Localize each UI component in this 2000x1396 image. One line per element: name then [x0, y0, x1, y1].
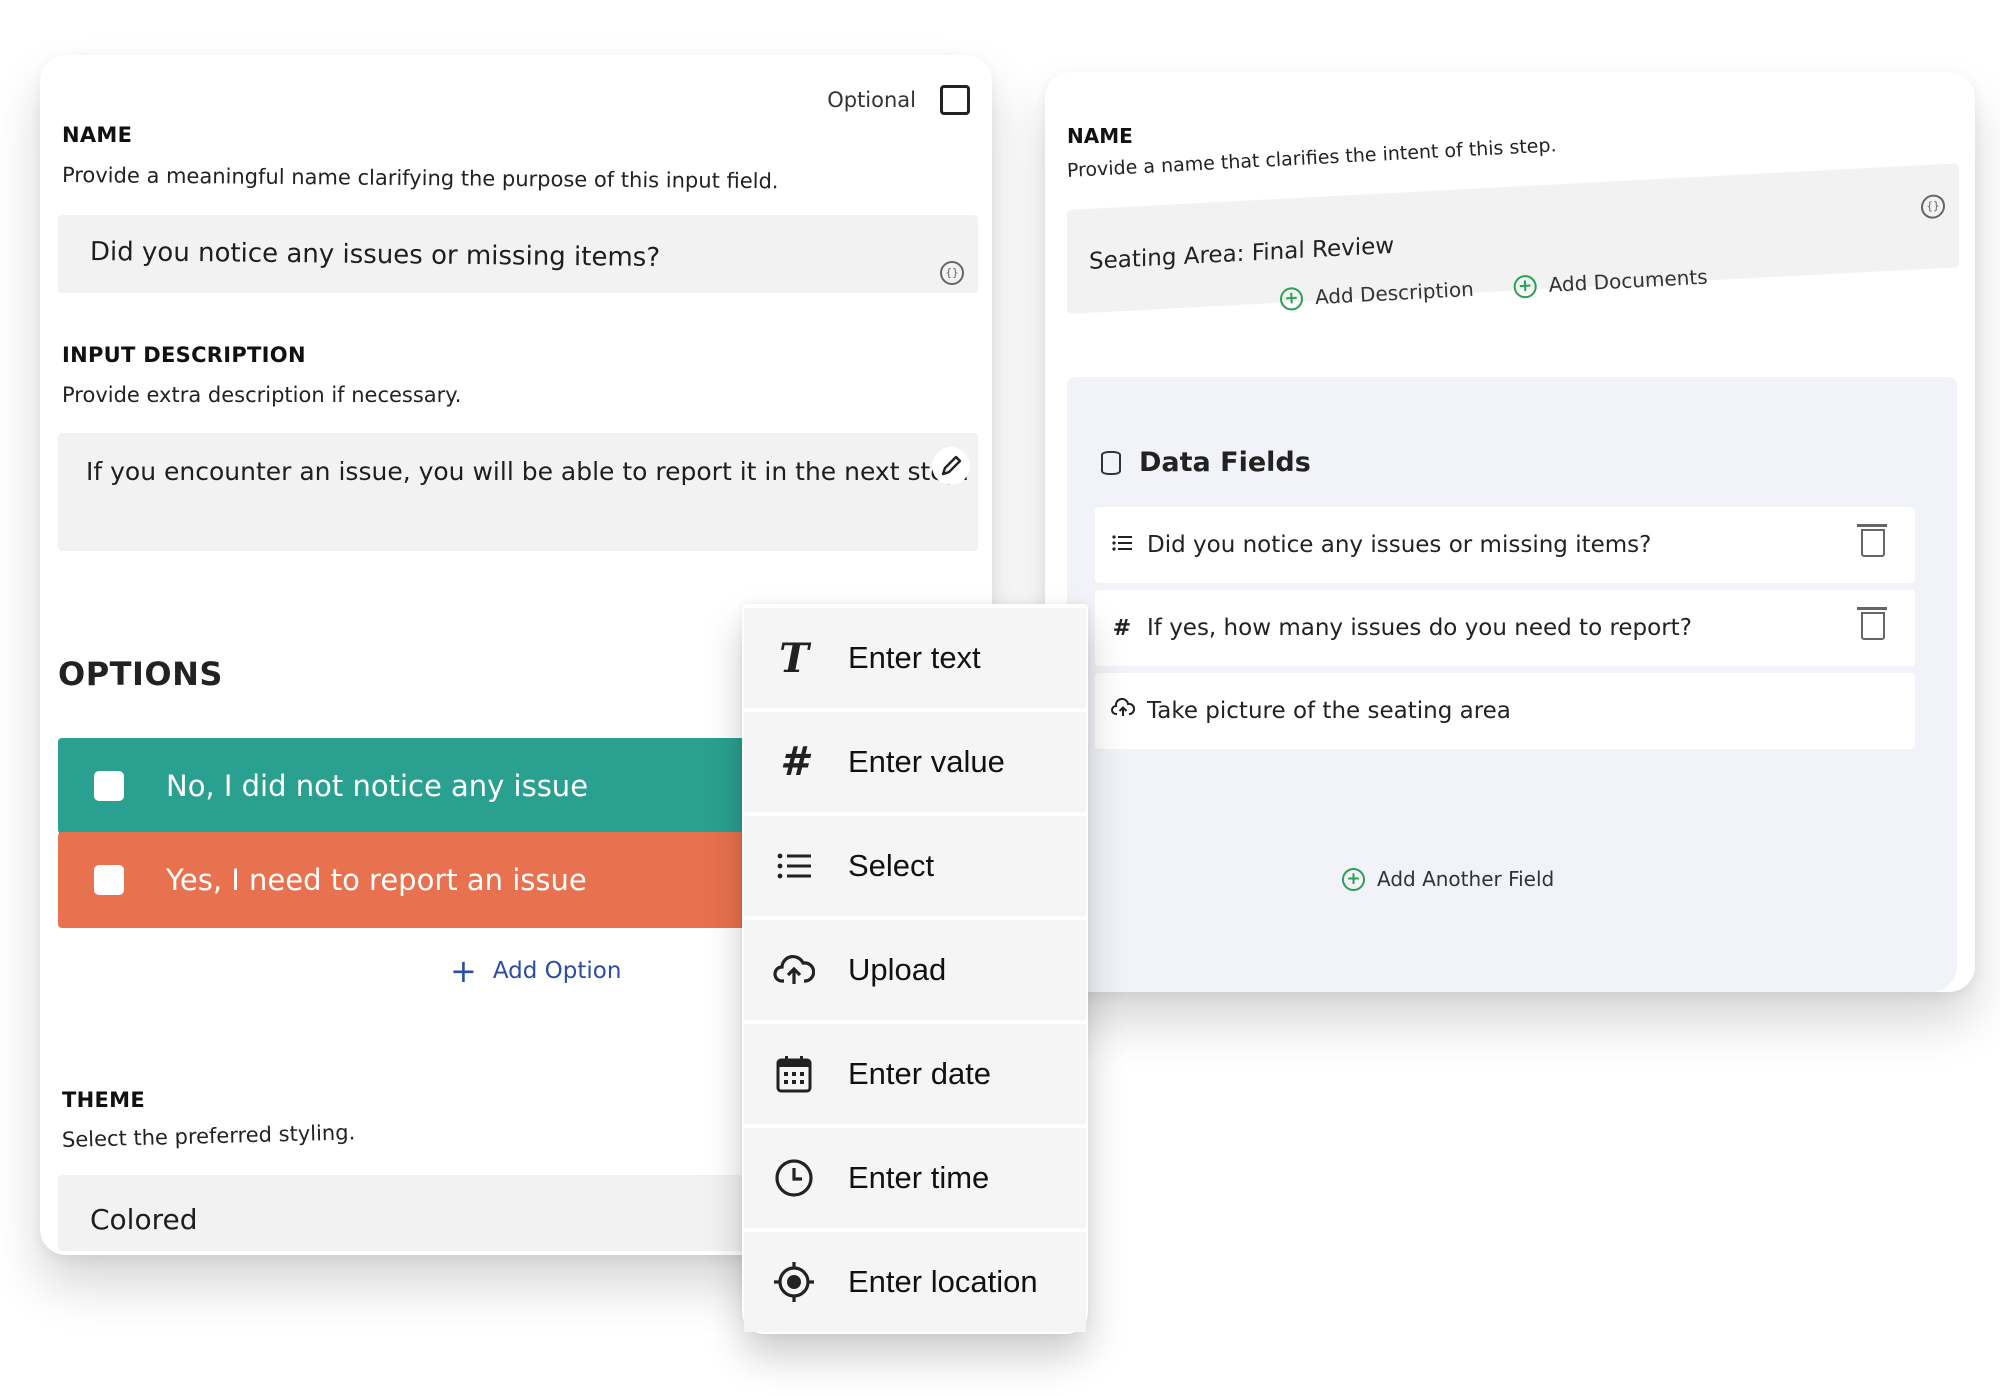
menu-item-label: Enter value	[848, 744, 1005, 779]
menu-item-label: Enter time	[848, 1160, 990, 1195]
menu-item-enter-time[interactable]: Enter time	[744, 1128, 1086, 1228]
menu-item-label: Enter date	[848, 1056, 992, 1091]
input-description-textarea[interactable]: If you encounter an issue, you will be a…	[58, 433, 978, 551]
plus-circle-icon: +	[1342, 867, 1365, 891]
option-label: Yes, I need to report an issue	[166, 863, 587, 897]
field-type-menu: T Enter text # Enter value Select Upload…	[742, 604, 1088, 1334]
cloud-upload-icon	[1111, 697, 1136, 724]
menu-item-upload[interactable]: Upload	[744, 920, 1086, 1020]
name-section-title: NAME	[62, 123, 133, 147]
optional-label: Optional	[827, 88, 916, 112]
data-field-row[interactable]: # If yes, how many issues do you need to…	[1095, 590, 1915, 666]
data-field-label: If yes, how many issues do you need to r…	[1147, 615, 1692, 641]
optional-checkbox[interactable]	[940, 85, 970, 115]
name-input[interactable]: Did you notice any issues or missing ite…	[58, 215, 978, 293]
add-option-button[interactable]: + Add Option	[450, 955, 621, 987]
variable-icon[interactable]: {}	[1921, 193, 1945, 220]
data-field-row[interactable]: Did you notice any issues or missing ite…	[1095, 507, 1915, 583]
data-field-label: Take picture of the seating area	[1147, 698, 1511, 724]
option-report-issue[interactable]: Yes, I need to report an issue	[58, 832, 778, 928]
theme-select-value: Colored	[90, 1203, 198, 1236]
optional-toggle[interactable]: Optional	[827, 85, 970, 115]
data-fields-heading: Data Fields	[1101, 447, 1311, 478]
database-icon	[1101, 450, 1121, 475]
option-checkbox[interactable]	[94, 771, 124, 801]
trash-icon[interactable]	[1857, 524, 1887, 557]
location-target-icon	[770, 1261, 818, 1303]
add-another-field-button[interactable]: + Add Another Field	[1342, 867, 1554, 891]
pencil-icon[interactable]	[932, 447, 970, 485]
list-icon	[1111, 533, 1133, 558]
name-input-value: Did you notice any issues or missing ite…	[89, 237, 661, 273]
option-no-issue[interactable]: No, I did not notice any issue	[58, 738, 778, 834]
step-name-value: Seating Area: Final Review	[1089, 232, 1395, 275]
input-description-title: INPUT DESCRIPTION	[62, 343, 306, 367]
menu-item-enter-value[interactable]: # Enter value	[744, 712, 1086, 812]
step-editor-card: NAME Provide a name that clarifies the i…	[1045, 72, 1975, 992]
theme-section-description: Select the preferred styling.	[61, 1120, 356, 1152]
menu-item-enter-text[interactable]: T Enter text	[744, 608, 1086, 708]
text-icon: T	[779, 634, 809, 682]
hash-icon: #	[1112, 615, 1132, 641]
list-icon	[770, 852, 818, 880]
trash-icon[interactable]	[1857, 607, 1887, 640]
option-checkbox[interactable]	[94, 865, 124, 895]
cloud-upload-icon	[770, 953, 818, 987]
options-section-title: OPTIONS	[58, 655, 223, 693]
variable-icon[interactable]: {}	[940, 261, 964, 285]
data-fields-title: Data Fields	[1139, 447, 1311, 478]
option-label: No, I did not notice any issue	[166, 769, 589, 803]
theme-select[interactable]: Colored	[58, 1175, 778, 1251]
plus-circle-icon: +	[1513, 274, 1538, 299]
menu-item-label: Enter location	[848, 1264, 1038, 1299]
data-fields-panel: Data Fields Did you notice any issues or…	[1067, 377, 1957, 992]
step-name-title: NAME	[1067, 124, 1133, 148]
step-name-description: Provide a name that clarifies the intent…	[1066, 134, 1558, 182]
plus-icon: +	[450, 952, 477, 990]
input-description-value: If you encounter an issue, you will be a…	[86, 457, 970, 486]
name-section-description: Provide a meaningful name clarifying the…	[61, 163, 779, 194]
theme-section-title: THEME	[62, 1088, 145, 1112]
menu-item-label: Select	[848, 848, 935, 883]
menu-item-enter-location[interactable]: Enter location	[744, 1232, 1086, 1332]
plus-circle-icon: +	[1279, 286, 1304, 311]
menu-item-enter-date[interactable]: Enter date	[744, 1024, 1086, 1124]
add-another-field-label: Add Another Field	[1377, 867, 1555, 891]
menu-item-label: Enter text	[848, 640, 981, 675]
data-field-row[interactable]: Take picture of the seating area	[1095, 673, 1915, 749]
clock-icon	[770, 1158, 818, 1198]
add-option-label: Add Option	[492, 958, 622, 984]
hash-icon: #	[780, 739, 808, 785]
calendar-icon	[770, 1055, 818, 1093]
data-field-label: Did you notice any issues or missing ite…	[1147, 532, 1652, 558]
menu-item-label: Upload	[848, 952, 947, 987]
menu-item-select[interactable]: Select	[744, 816, 1086, 916]
input-description-hint: Provide extra description if necessary.	[62, 383, 462, 407]
